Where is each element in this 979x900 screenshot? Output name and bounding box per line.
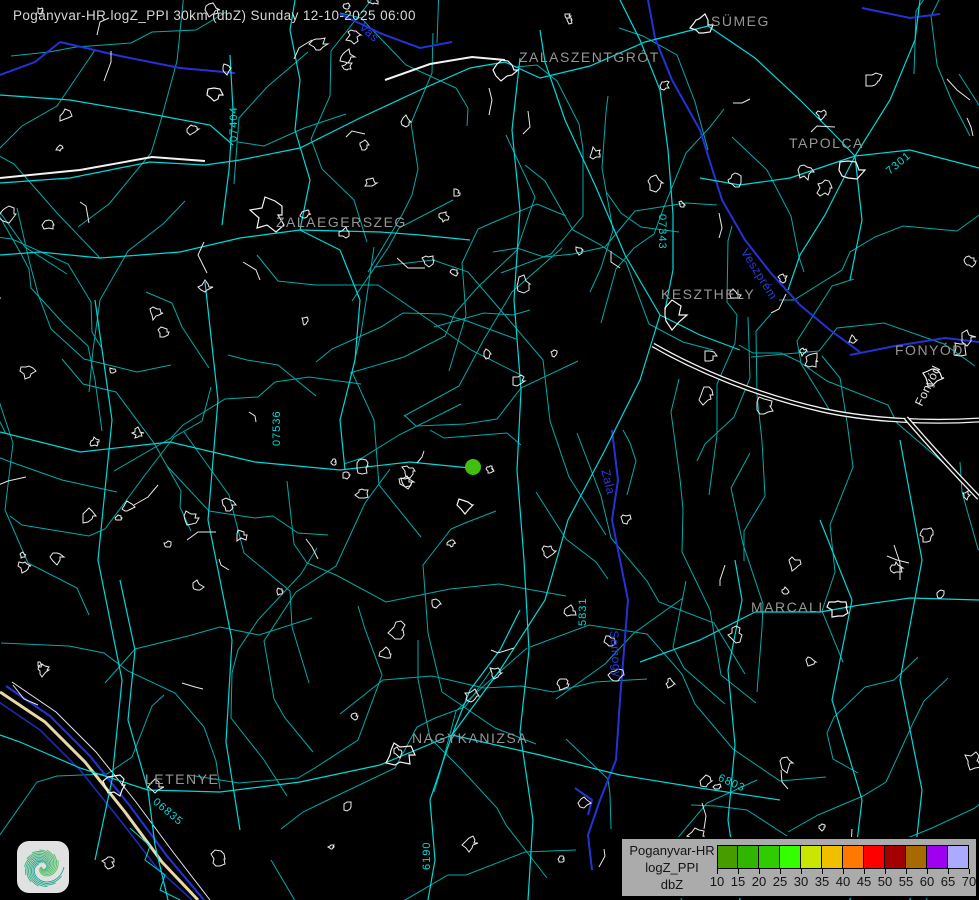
map-label-letenye: LETENYE — [145, 771, 219, 787]
map-label-tapolca: TAPOLCA — [789, 135, 864, 151]
legend-swatch-45 — [864, 845, 885, 869]
legend-tick-label: 35 — [815, 874, 829, 889]
legend-swatch-40 — [843, 845, 864, 869]
legend-scale-numbers: 10152025303540455055606570 — [717, 874, 970, 890]
radar-viewport: Poganyvar-HR logZ_PPI 30km (dbZ) Sunday … — [0, 0, 979, 900]
legend-station: Poganyvar-HR — [626, 842, 718, 859]
map-label-nagykanizsa: NAGYKANIZSA — [412, 730, 528, 746]
legend-tick-label: 45 — [857, 874, 871, 889]
weather-service-logo — [17, 841, 69, 893]
legend-color-swatches — [717, 845, 969, 869]
map-label-zalaegerszeg: ZALAEGERSZEG — [276, 214, 407, 230]
legend-swatch-55 — [906, 845, 927, 869]
radar-product-title: Poganyvar-HR logZ_PPI 30km (dbZ) Sunday … — [13, 8, 416, 23]
legend-tick-label: 60 — [920, 874, 934, 889]
spiral-vortex-icon — [17, 841, 69, 893]
legend-tick-label: 40 — [836, 874, 850, 889]
legend-unit: dbZ — [626, 876, 718, 893]
legend-swatch-20 — [759, 845, 780, 869]
legend-swatch-65 — [948, 845, 969, 869]
legend-swatch-15 — [738, 845, 759, 869]
map-label-keszthely: KESZTHELY — [661, 286, 755, 302]
legend-tick-label: 10 — [710, 874, 724, 889]
legend-swatch-25 — [780, 845, 801, 869]
legend-tick-label: 15 — [731, 874, 745, 889]
map-label-fony-d: FONYÓD — [895, 342, 964, 358]
legend-swatch-60 — [927, 845, 948, 869]
map-label-07536: 07536 — [271, 410, 283, 446]
legend-tick-label: 70 — [962, 874, 976, 889]
map-label-07343: 07343 — [656, 214, 668, 250]
map-label-5831: 5831 — [577, 598, 589, 626]
main-highway-white — [0, 57, 979, 498]
map-label-marcali: MARCALI — [751, 599, 824, 615]
legend-tick-label: 20 — [752, 874, 766, 889]
legend-tick-label: 55 — [899, 874, 913, 889]
legend-swatch-50 — [885, 845, 906, 869]
legend-swatch-30 — [801, 845, 822, 869]
legend-tick-label: 30 — [794, 874, 808, 889]
legend-tick-label: 50 — [878, 874, 892, 889]
legend-caption: Poganyvar-HR logZ_PPI dbZ — [626, 842, 718, 893]
map-label-zalaszentgr-t: ZALASZENTGRÓT — [519, 49, 660, 65]
map-label-s-meg: SÜMEG — [711, 13, 770, 29]
legend-swatch-35 — [822, 845, 843, 869]
legend-tick-label: 65 — [941, 874, 955, 889]
radar-echo-cell — [465, 459, 481, 475]
map-label-6190: 6190 — [421, 842, 433, 870]
map-label-07404: 07404 — [228, 106, 240, 142]
dbz-color-legend: Poganyvar-HR logZ_PPI dbZ 10 15 20 25 30 35 40… — [620, 837, 978, 898]
legend-swatch-10 — [717, 845, 738, 869]
legend-product: logZ_PPI — [626, 859, 718, 876]
legend-tick-label: 25 — [773, 874, 787, 889]
